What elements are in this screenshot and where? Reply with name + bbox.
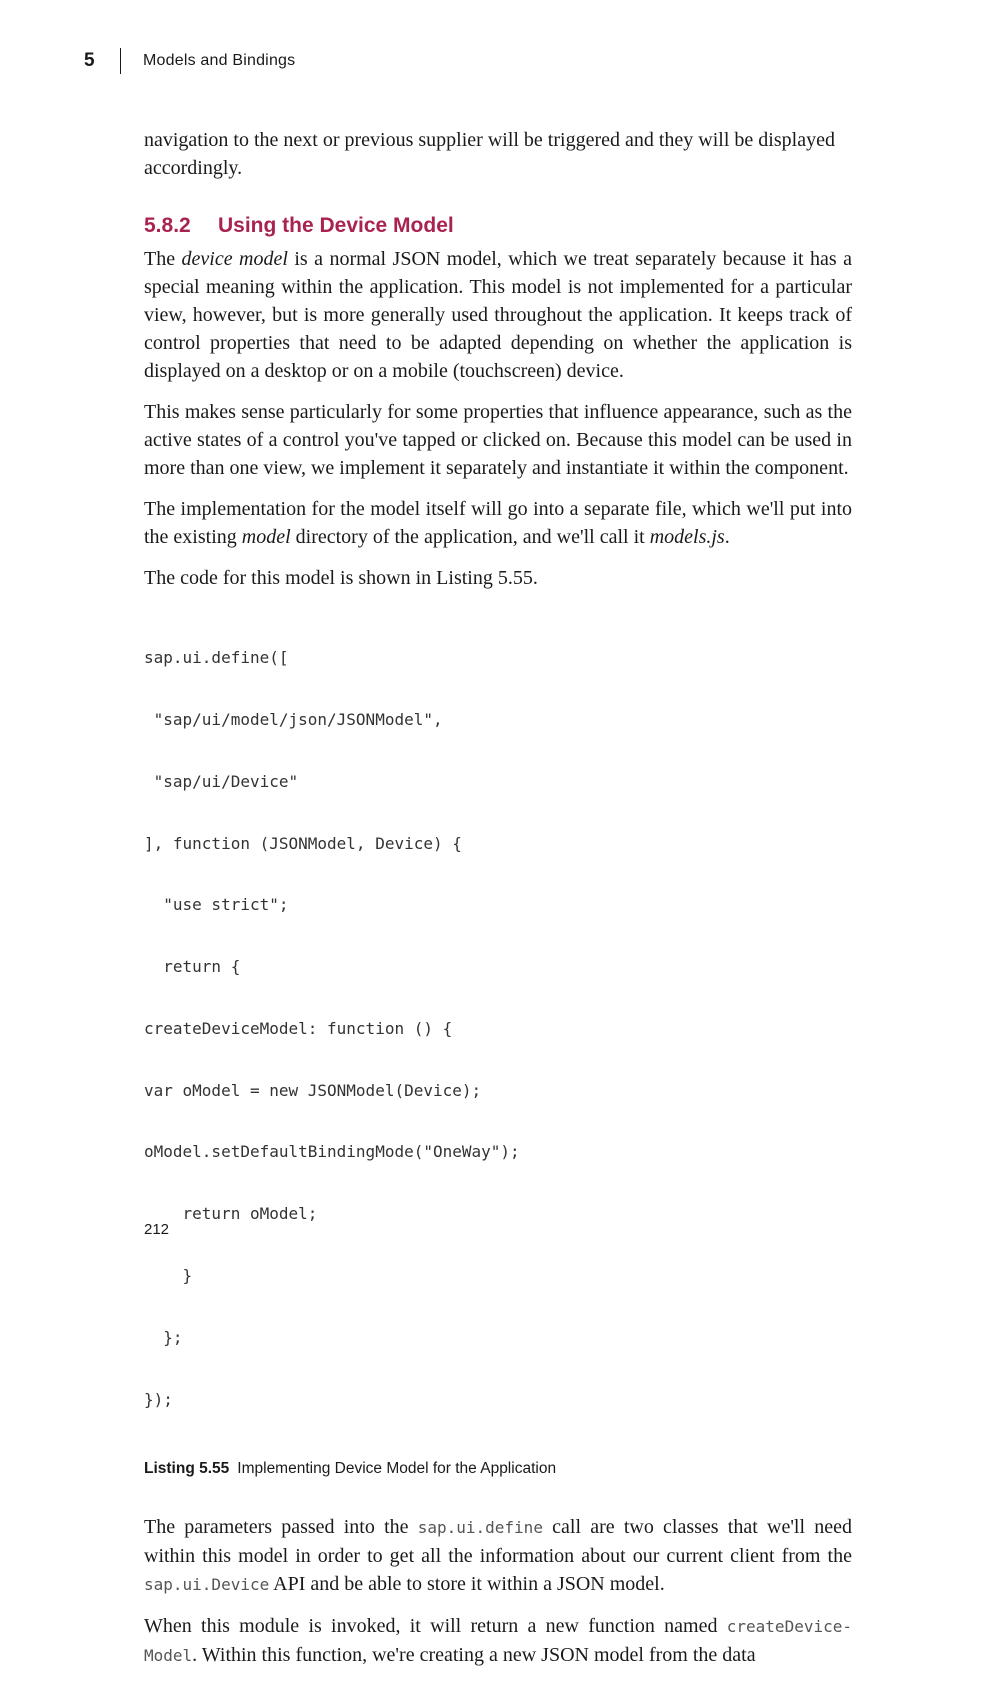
listing-label: Listing 5.55 xyxy=(144,1460,230,1478)
inline-code: Model xyxy=(144,1646,193,1666)
code-line: } xyxy=(144,1266,193,1285)
chapter-number: 5 xyxy=(84,50,95,71)
emphasis-models-js: models.js xyxy=(649,526,725,548)
code-line: "use strict"; xyxy=(144,895,289,915)
code-line: }); xyxy=(144,1389,173,1409)
page-number: 212 xyxy=(144,1221,170,1238)
emphasis-device-model: device model xyxy=(181,248,288,270)
running-header: 5 Models and Bindings xyxy=(84,46,295,76)
section-heading: 5.8.2 Using the Device Model xyxy=(144,209,852,243)
code-line: var oModel = new JSONModel(Device); xyxy=(144,1080,482,1100)
intro-paragraph: navigation to the next or previous suppl… xyxy=(144,129,835,179)
code-line: sap.ui.define([ xyxy=(144,648,289,668)
listing-caption: Listing 5.55 Implementing Device Model fo… xyxy=(144,1460,852,1478)
code-line: ], function (JSONModel, Device) { xyxy=(144,833,462,853)
inline-code: sap.ui.Device xyxy=(144,1575,270,1595)
inline-code: sap.ui.define xyxy=(417,1518,543,1538)
code-line: createDeviceModel: function () { xyxy=(144,1018,453,1038)
header-divider xyxy=(120,48,121,74)
code-line: return { xyxy=(144,957,241,977)
listing-caption-text: Implementing Device Model for the Applic… xyxy=(237,1460,557,1478)
inline-code: createDevice- xyxy=(726,1617,852,1637)
paragraph-module-invoked: When this module is invoked, it will ret… xyxy=(144,1615,852,1667)
section-title: Using the Device Model xyxy=(218,214,454,237)
paragraph-implementation: The implementation for the model itself … xyxy=(144,498,852,548)
code-line: "sap/ui/Device" xyxy=(144,771,299,791)
paragraph-listing-reference: The code for this model is shown in List… xyxy=(144,567,538,589)
page-content: navigation to the next or previous suppl… xyxy=(144,126,852,1683)
section-number: 5.8.2 xyxy=(144,214,191,237)
paragraph-parameters: The parameters passed into the sap.ui.de… xyxy=(144,1516,852,1596)
chapter-title: Models and Bindings xyxy=(143,52,296,69)
paragraph-device-model: The device model is a normal JSON model,… xyxy=(144,248,852,382)
code-line: }; xyxy=(144,1327,183,1347)
paragraph-appearance: This makes sense particularly for some p… xyxy=(144,401,852,479)
emphasis-model: model xyxy=(241,526,291,548)
code-listing: sap.ui.define([ "sap/ui/model/json/JSONM… xyxy=(144,607,852,1451)
code-line: "sap/ui/model/json/JSONModel", xyxy=(144,709,443,729)
code-line: return oModel; xyxy=(144,1204,318,1224)
code-line: oModel.setDefaultBindingMode("OneWay"); xyxy=(144,1142,520,1162)
